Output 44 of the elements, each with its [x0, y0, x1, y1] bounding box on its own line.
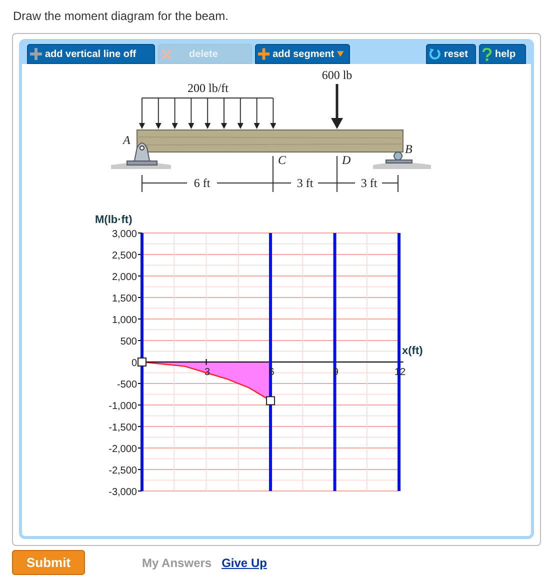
boundary-line[interactable] [140, 233, 144, 491]
tick-label: 1,000 [112, 315, 137, 326]
help-icon [482, 48, 492, 60]
help-button[interactable]: help [479, 44, 526, 64]
axis-label: x(ft) [402, 345, 423, 357]
tick-label: -500 [116, 380, 137, 390]
curve-handle[interactable] [266, 396, 276, 406]
add-button[interactable]: add vertical line off [27, 44, 155, 64]
give-up-link[interactable]: Give Up [222, 556, 267, 570]
dimension-label: 3 ft [360, 176, 378, 190]
force-arrow [331, 84, 343, 129]
caret-icon [337, 51, 344, 57]
reset-button[interactable]: reset [426, 44, 476, 64]
my-answers-text: My Answers [142, 556, 212, 570]
dimension-label: 3 ft [296, 176, 314, 190]
point-label: D [342, 153, 351, 167]
tick-label: -3,000 [108, 487, 137, 498]
question-text: Draw the moment diagram for the beam. [13, 9, 230, 23]
close-icon [161, 48, 172, 60]
tick-label: -1,500 [108, 422, 137, 434]
tick-label: 1,500 [112, 294, 137, 304]
curve-handle[interactable] [138, 358, 146, 366]
plus-icon [258, 48, 270, 60]
dimension-label: 6 ft [194, 176, 210, 190]
tick-label: -2,000 [108, 444, 137, 455]
add-menu-button[interactable]: add segment [255, 44, 350, 64]
point-label: A [123, 133, 130, 147]
tick-label: 3,000 [112, 229, 137, 240]
plus-icon [30, 48, 42, 60]
section-line [336, 156, 338, 192]
tick-label: -2,500 [108, 466, 137, 476]
force-label: 600 lb [322, 68, 352, 82]
section-line [272, 156, 274, 192]
point-label: C [278, 153, 286, 167]
axis-label: M(lb·ft) [95, 214, 132, 226]
tick-label: 0 [131, 358, 137, 369]
load-label: 200 lb/ft [188, 81, 228, 95]
reset-icon [429, 48, 441, 60]
boundary-line[interactable] [269, 233, 272, 491]
tick-label: 2,500 [112, 250, 137, 262]
tick-label: 500 [120, 336, 137, 348]
point-label: B [405, 142, 412, 156]
tick-label: 2,000 [112, 272, 137, 283]
tick-label: -1,000 [108, 401, 137, 412]
